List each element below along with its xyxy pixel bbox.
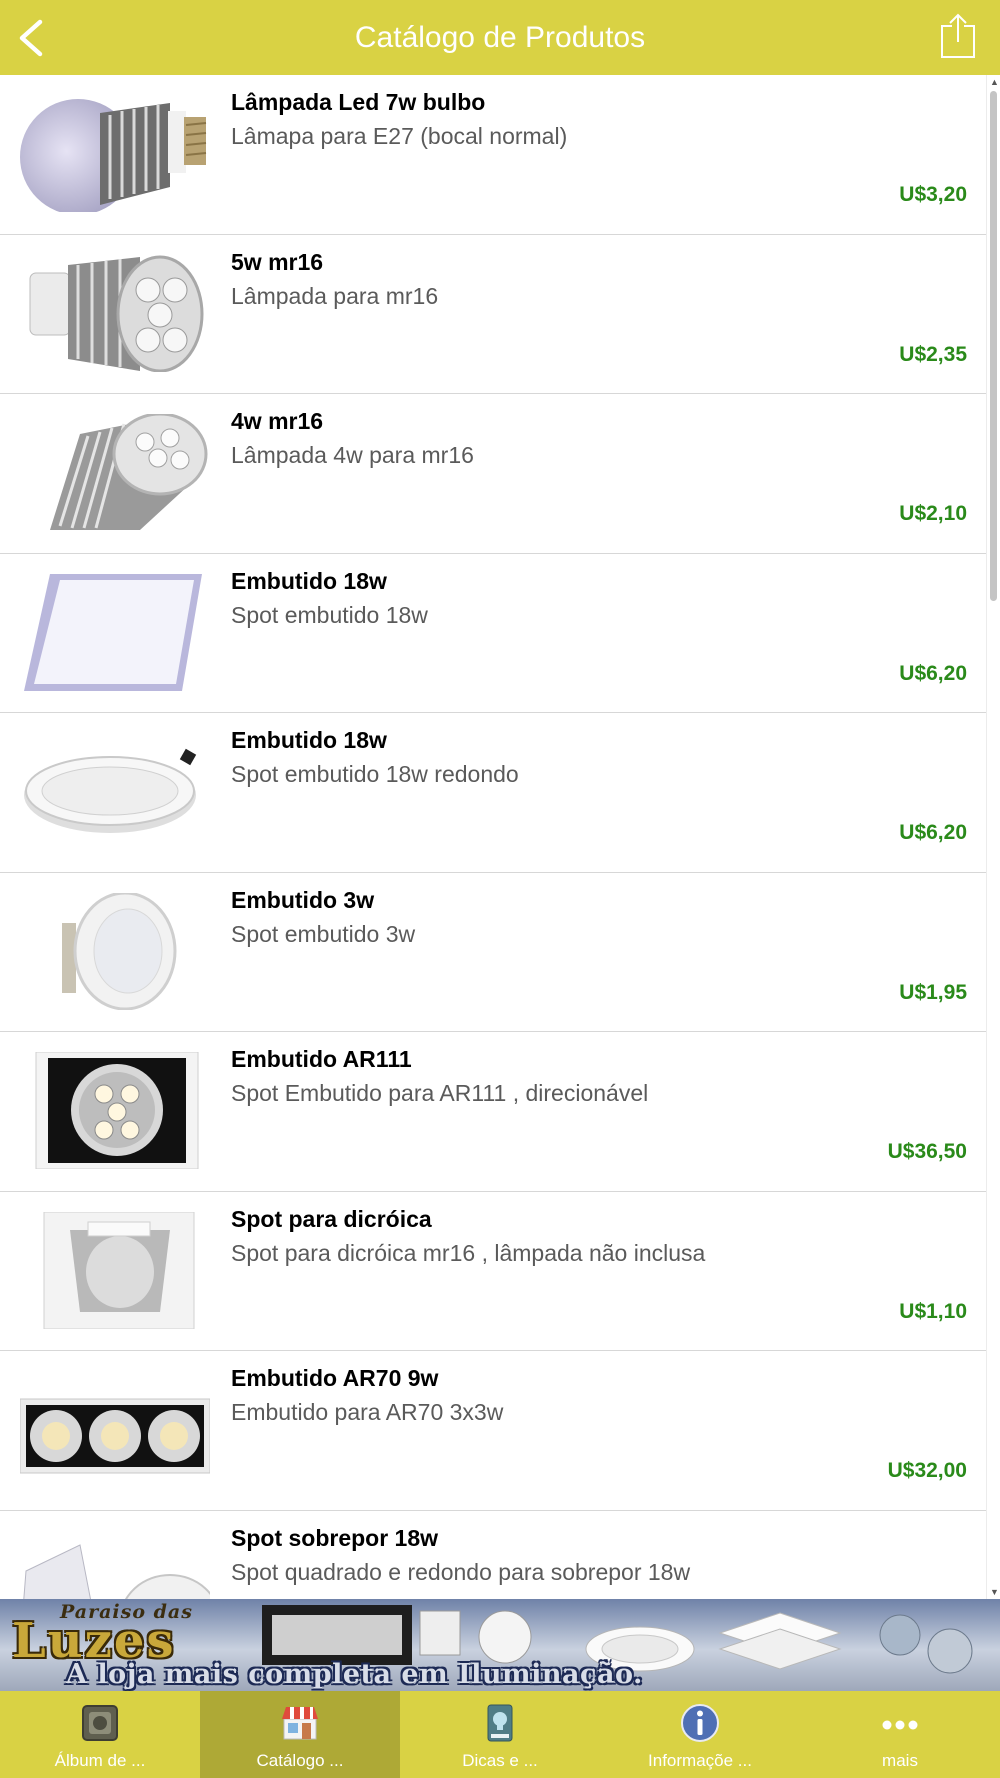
storefront-icon bbox=[280, 1703, 320, 1743]
product-price: U$6,20 bbox=[899, 821, 967, 844]
scroll-up-arrow-icon[interactable]: ▲ bbox=[990, 77, 999, 87]
product-description: Spot embutido 3w bbox=[231, 920, 416, 947]
tab-catalog[interactable]: Catálogo ... bbox=[200, 1691, 400, 1778]
share-icon bbox=[941, 13, 975, 58]
product-image bbox=[20, 255, 210, 372]
page-title: Catálogo de Produtos bbox=[354, 20, 646, 54]
chevron-left-icon bbox=[19, 19, 43, 57]
product-price: U$32,00 bbox=[887, 1459, 967, 1482]
product-image bbox=[20, 1052, 210, 1169]
product-price: U$1,95 bbox=[899, 980, 967, 1004]
info-icon bbox=[680, 1703, 720, 1743]
product-image bbox=[20, 1211, 210, 1329]
product-price: U$2,10 bbox=[899, 502, 967, 525]
product-name: Embutido 3w bbox=[231, 886, 375, 913]
list-scrollbar[interactable]: ▲ ▼ bbox=[986, 75, 1000, 1599]
tab-info[interactable]: Informaçõe ... bbox=[600, 1691, 800, 1778]
product-description: Lâmpada para mr16 bbox=[231, 282, 439, 309]
back-button[interactable] bbox=[12, 16, 52, 60]
product-name: Lâmpada Led 7w bulbo bbox=[231, 89, 486, 115]
product-price: U$3,20 bbox=[899, 183, 967, 206]
product-name: Spot sobrepor 18w bbox=[231, 1524, 439, 1551]
product-row[interactable]: Embutido AR111 Spot Embutido para AR111 … bbox=[0, 1032, 986, 1192]
product-row[interactable]: Embutido 3w Spot embutido 3w U$1,95 bbox=[0, 872, 986, 1032]
product-price: U$6,20 bbox=[899, 661, 967, 685]
product-name: 5w mr16 bbox=[231, 248, 324, 275]
product-row[interactable]: Lâmpada Led 7w bulbo Lâmapa para E27 (bo… bbox=[0, 75, 986, 235]
product-list[interactable]: Lâmpada Led 7w bulbo Lâmapa para E27 (bo… bbox=[0, 75, 986, 1599]
product-name: Embutido 18w bbox=[231, 727, 387, 753]
tab-bar: Álbum de ... Catálogo ... Dicas e ... In… bbox=[0, 1691, 1000, 1778]
product-description: Embutido para AR70 3x3w bbox=[231, 1399, 504, 1425]
product-description: Spot embutido 18w redondo bbox=[231, 761, 519, 787]
product-row[interactable]: Embutido 18w Spot embutido 18w redondo U… bbox=[0, 713, 986, 873]
product-description: Lâmapa para E27 (bocal normal) bbox=[231, 123, 568, 149]
product-row[interactable]: 5w mr16 Lâmpada para mr16 U$2,35 bbox=[0, 234, 986, 394]
product-price: U$1,10 bbox=[899, 1299, 967, 1323]
tab-label: mais bbox=[882, 1751, 918, 1770]
banner-slogan: A loja mais completa em Iluminação. bbox=[66, 1659, 643, 1690]
tab-more[interactable]: mais bbox=[800, 1691, 1000, 1778]
product-image bbox=[20, 733, 210, 850]
product-price: U$2,35 bbox=[899, 342, 967, 366]
photo-album-icon bbox=[80, 1703, 120, 1743]
product-image bbox=[20, 414, 210, 531]
product-name: Embutido AR111 bbox=[231, 1046, 412, 1072]
product-image bbox=[20, 1531, 210, 1599]
scroll-down-arrow-icon[interactable]: ▼ bbox=[990, 1587, 999, 1597]
product-name: Spot para dicróica bbox=[231, 1205, 432, 1232]
tab-label: Dicas e ... bbox=[462, 1751, 538, 1770]
product-row[interactable]: Spot sobrepor 18w Spot quadrado e redond… bbox=[0, 1510, 986, 1599]
product-row[interactable]: 4w mr16 Lâmpada 4w para mr16 U$2,10 bbox=[0, 394, 986, 554]
product-description: Spot embutido 18w bbox=[231, 601, 428, 628]
tab-album[interactable]: Álbum de ... bbox=[0, 1691, 200, 1778]
product-description: Spot Embutido para AR111 , direcionável bbox=[231, 1080, 649, 1106]
nav-bar: Catálogo de Produtos bbox=[0, 0, 1000, 75]
product-image bbox=[20, 1371, 210, 1488]
product-image bbox=[20, 573, 210, 691]
product-name: Embutido AR70 9w bbox=[231, 1365, 439, 1391]
lightbulb-tips-icon bbox=[480, 1703, 520, 1743]
product-image bbox=[20, 892, 210, 1010]
ad-banner[interactable]: Paraiso das Luzes A loja mais completa e… bbox=[0, 1599, 1000, 1691]
product-row[interactable]: Embutido AR70 9w Embutido para AR70 3x3w… bbox=[0, 1351, 986, 1511]
tab-label: Informaçõe ... bbox=[648, 1751, 752, 1770]
product-name: 4w mr16 bbox=[231, 408, 324, 434]
product-price: U$36,50 bbox=[887, 1140, 967, 1163]
product-row[interactable]: Embutido 18w Spot embutido 18w U$6,20 bbox=[0, 553, 986, 713]
tab-tips[interactable]: Dicas e ... bbox=[400, 1691, 600, 1778]
scrollbar-thumb[interactable] bbox=[990, 91, 997, 601]
product-description: Spot para dicróica mr16 , lâmpada não in… bbox=[231, 1239, 706, 1266]
share-button[interactable] bbox=[938, 12, 978, 60]
tab-label: Catálogo ... bbox=[256, 1751, 344, 1770]
product-row[interactable]: Spot para dicróica Spot para dicróica mr… bbox=[0, 1191, 986, 1351]
tab-label: Álbum de ... bbox=[54, 1751, 146, 1770]
more-dots-icon bbox=[880, 1703, 920, 1743]
product-name: Embutido 18w bbox=[231, 567, 387, 594]
product-image bbox=[20, 95, 210, 212]
product-description: Lâmpada 4w para mr16 bbox=[231, 442, 474, 468]
product-description: Spot quadrado e redondo para sobrepor 18… bbox=[231, 1558, 691, 1585]
